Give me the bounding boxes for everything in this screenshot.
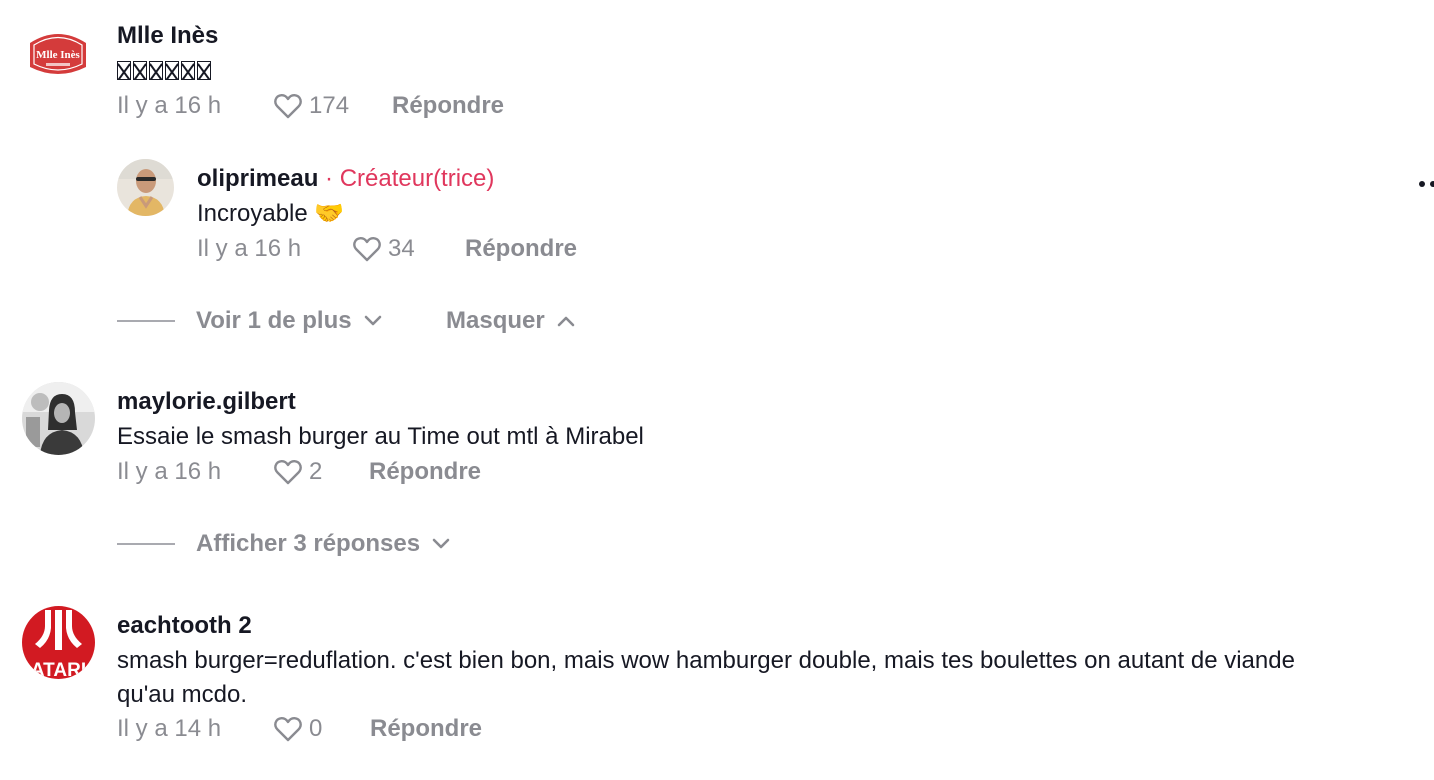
avatar-eachtooth[interactable]: ATARI — [22, 606, 95, 679]
mlle-ines-logo-icon: Mlle Inès — [22, 17, 94, 89]
like-button[interactable]: 174 — [273, 92, 349, 120]
thread-divider — [117, 543, 175, 545]
heart-icon — [353, 236, 381, 262]
missing-glyph-box — [181, 61, 195, 80]
missing-glyph-box — [117, 61, 131, 80]
reply-username[interactable]: oliprimeau · Créateur(trice) — [197, 165, 494, 193]
show-replies-button[interactable]: Afficher 3 réponses — [196, 530, 450, 558]
reply-text: Incroyable 🤝 — [197, 200, 345, 227]
comment-time: Il y a 16 h — [117, 92, 222, 119]
missing-glyph-box — [133, 61, 147, 80]
unrendered-glyphs — [117, 59, 213, 86]
comment-username[interactable]: eachtooth 2 — [117, 612, 252, 640]
view-more-replies-button[interactable]: Voir 1 de plus — [196, 307, 382, 335]
comment-username[interactable]: maylorie.gilbert — [117, 388, 296, 416]
more-options-icon[interactable] — [1418, 176, 1434, 187]
like-button[interactable]: 0 — [273, 715, 322, 743]
missing-glyph-box — [165, 61, 179, 80]
comment-text-line-1: smash burger=reduflation. c'est bien bon… — [117, 647, 1295, 674]
chevron-up-icon — [557, 316, 575, 327]
like-button[interactable]: 2 — [273, 458, 322, 486]
comment-username[interactable]: Mlle Inès — [117, 22, 218, 50]
missing-glyph-box — [197, 61, 211, 80]
reply-button[interactable]: Répondre — [369, 458, 481, 486]
reply-username-text: oliprimeau — [197, 165, 319, 192]
comment-text — [117, 56, 213, 89]
svg-text:ATARI: ATARI — [31, 660, 86, 679]
heart-icon — [274, 93, 302, 119]
view-more-label: Voir 1 de plus — [196, 307, 352, 334]
chevron-down-icon — [364, 315, 381, 326]
svg-text:Mlle Inès: Mlle Inès — [36, 49, 80, 61]
like-count: 34 — [388, 235, 415, 262]
hide-label: Masquer — [446, 307, 545, 334]
comment-text: Essaie le smash burger au Time out mtl à… — [117, 423, 644, 450]
thread-divider — [117, 320, 175, 322]
creator-badge: · Créateur(trice) — [325, 165, 495, 192]
comment-time: Il y a 16 h — [117, 458, 222, 485]
comment-text-line-2: qu'au mcdo. — [117, 681, 247, 708]
atari-logo-icon: ATARI — [22, 606, 95, 679]
more-dots-icon — [1419, 181, 1434, 187]
like-count: 174 — [309, 92, 350, 119]
reply-button[interactable]: Répondre — [465, 235, 577, 263]
heart-icon — [274, 459, 302, 485]
missing-glyph-box — [149, 61, 163, 80]
like-button[interactable]: 34 — [352, 235, 415, 263]
user-photo-icon — [22, 382, 95, 455]
reply-time: Il y a 16 h — [197, 235, 302, 262]
hide-replies-button[interactable]: Masquer — [446, 307, 575, 335]
avatar-oliprimeau[interactable] — [117, 159, 174, 216]
reply-button[interactable]: Répondre — [392, 92, 504, 120]
heart-icon — [274, 716, 302, 742]
like-count: 2 — [309, 458, 323, 485]
chevron-down-icon — [432, 538, 450, 549]
reply-button[interactable]: Répondre — [370, 715, 482, 743]
show-replies-label: Afficher 3 réponses — [196, 530, 421, 557]
like-count: 0 — [309, 715, 323, 742]
avatar-mlle-ines[interactable]: Mlle Inès — [22, 17, 94, 89]
user-photo-icon — [117, 159, 174, 216]
avatar-maylorie-gilbert[interactable] — [22, 382, 95, 455]
comment-time: Il y a 14 h — [117, 715, 222, 742]
